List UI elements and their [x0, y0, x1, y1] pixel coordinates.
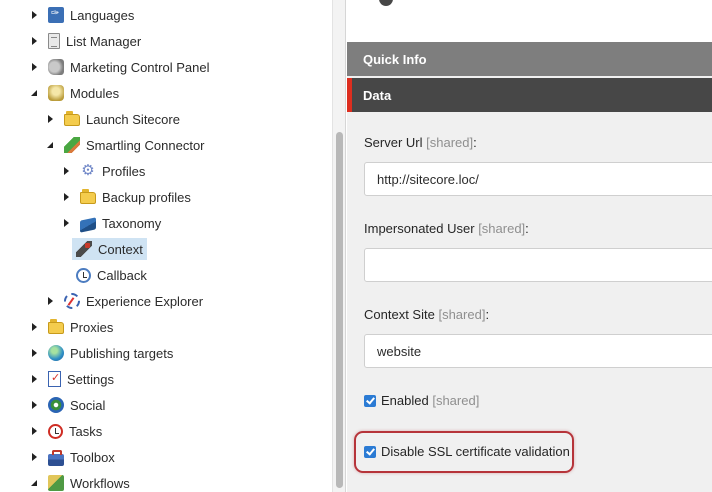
- expand-arrow-icon[interactable]: [62, 192, 72, 202]
- shared-tag: [shared]: [426, 135, 474, 150]
- workflow-icon: [48, 475, 64, 491]
- tree-item-label: Modules: [70, 85, 120, 101]
- clock-icon: [76, 267, 91, 283]
- tree-item-label: Launch Sitecore: [86, 111, 180, 127]
- disable-ssl-checkbox[interactable]: [364, 445, 376, 458]
- expand-arrow-icon[interactable]: [46, 114, 56, 124]
- tree-item-label: Proxies: [70, 319, 114, 335]
- scrollbar-thumb[interactable]: [336, 132, 343, 488]
- expand-arrow-icon[interactable]: [62, 218, 72, 228]
- expand-arrow-icon[interactable]: [30, 426, 40, 436]
- list-manager-icon: [48, 33, 60, 49]
- impersonated-user-input[interactable]: [364, 248, 712, 282]
- tree-item-tasks[interactable]: Tasks: [30, 420, 102, 442]
- gear-icon: ⚙: [81, 162, 95, 179]
- tree-item-label: Callback: [97, 267, 147, 283]
- tree-item-label: Context: [98, 241, 143, 257]
- tree-item-context[interactable]: Context: [72, 238, 147, 260]
- tree-item-workflows[interactable]: Workflows: [30, 472, 130, 492]
- expand-arrow-icon[interactable]: [30, 400, 40, 410]
- folder-icon: [80, 189, 96, 204]
- expand-arrow-icon[interactable]: [30, 62, 40, 72]
- data-section-header[interactable]: Data: [347, 78, 712, 112]
- folder-icon: [64, 111, 80, 126]
- server-url-input[interactable]: http://sitecore.loc/: [364, 162, 712, 196]
- shared-tag: [shared]: [432, 393, 480, 408]
- tree-item-label: Settings: [67, 371, 114, 387]
- tree-item-label: Profiles: [102, 163, 146, 179]
- tree-item-taxonomy[interactable]: Taxonomy: [62, 212, 161, 234]
- context-site-label: Context Site [shared]:: [364, 307, 490, 322]
- expand-arrow-icon[interactable]: [46, 296, 56, 306]
- context-site-input[interactable]: website: [364, 334, 712, 368]
- tree-item-proxies[interactable]: Proxies: [30, 316, 113, 338]
- tree-scrollbar[interactable]: [332, 0, 346, 492]
- tree-item-callback[interactable]: Callback: [76, 264, 147, 286]
- globe-icon: [48, 345, 64, 361]
- social-icon: [48, 397, 64, 413]
- disable-ssl-checkbox-row[interactable]: Disable SSL certificate validation: [364, 444, 570, 459]
- shared-tag: [shared]: [438, 307, 486, 322]
- toolbox-icon: [48, 450, 64, 466]
- content-tree: Languages List Manager Marketing Control…: [0, 0, 332, 492]
- expand-arrow-icon[interactable]: [62, 166, 72, 176]
- shared-tag: [shared]: [478, 221, 526, 236]
- expand-arrow-icon[interactable]: [30, 348, 40, 358]
- pencil-icon: [64, 137, 80, 153]
- tree-item-label: List Manager: [66, 33, 142, 49]
- tree-item-modules[interactable]: Modules: [30, 82, 119, 104]
- section-title: Quick Info: [363, 51, 427, 67]
- collapse-arrow-icon[interactable]: [30, 478, 40, 488]
- enabled-checkbox-row[interactable]: Enabled [shared]: [364, 393, 479, 408]
- tree-item-list-manager[interactable]: List Manager: [30, 30, 141, 52]
- expand-arrow-icon[interactable]: [30, 10, 40, 20]
- tree-item-label: Workflows: [70, 475, 130, 491]
- tree-item-label: Social: [70, 397, 106, 413]
- collapse-arrow-icon[interactable]: [46, 140, 56, 150]
- tree-item-label: Taxonomy: [102, 215, 162, 231]
- tree-item-toolbox[interactable]: Toolbox: [30, 446, 115, 468]
- tree-item-label: Marketing Control Panel: [70, 59, 210, 75]
- quick-info-section-header[interactable]: Quick Info: [347, 42, 712, 76]
- expand-arrow-icon[interactable]: [30, 36, 40, 46]
- checklist-icon: [48, 371, 61, 387]
- collapse-arrow-icon[interactable]: [30, 88, 40, 98]
- alarm-clock-icon: [48, 423, 63, 439]
- expand-arrow-icon[interactable]: [30, 322, 40, 332]
- modules-icon: [48, 85, 64, 101]
- tree-item-label: Backup profiles: [102, 189, 191, 205]
- explorer-icon: [64, 293, 80, 309]
- tree-item-label: Publishing targets: [70, 345, 174, 361]
- expand-arrow-icon[interactable]: [30, 374, 40, 384]
- tree-item-languages[interactable]: Languages: [30, 4, 134, 26]
- tree-item-label: Toolbox: [70, 449, 115, 465]
- section-title: Data: [363, 87, 392, 103]
- tree-item-label: Smartling Connector: [86, 137, 205, 153]
- enabled-checkbox[interactable]: [364, 394, 376, 407]
- editor-top-strip: [347, 0, 712, 42]
- languages-icon: [48, 7, 64, 23]
- expand-arrow-icon[interactable]: [30, 452, 40, 462]
- top-handle-icon: [379, 0, 393, 6]
- usb-icon: [76, 241, 92, 257]
- tree-item-launch-sitecore[interactable]: Launch Sitecore: [46, 108, 180, 130]
- megaphone-icon: [48, 59, 64, 75]
- folder-icon: [48, 319, 64, 334]
- item-editor: Quick Info Data Server Url [shared]: htt…: [347, 0, 712, 492]
- tree-item-experience-explorer[interactable]: Experience Explorer: [46, 290, 203, 312]
- tree-item-settings[interactable]: Settings: [30, 368, 114, 390]
- tree-item-backup-profiles[interactable]: Backup profiles: [62, 186, 191, 208]
- tree-item-profiles[interactable]: ⚙ Profiles: [62, 160, 145, 182]
- tree-item-smartling-connector[interactable]: Smartling Connector: [46, 134, 205, 156]
- tree-item-label: Experience Explorer: [86, 293, 204, 309]
- impersonated-user-label: Impersonated User [shared]:: [364, 221, 529, 236]
- tree-item-publishing-targets[interactable]: Publishing targets: [30, 342, 173, 364]
- tree-item-social[interactable]: Social: [30, 394, 105, 416]
- tree-item-label: Tasks: [69, 423, 103, 439]
- tree-item-label: Languages: [70, 7, 135, 23]
- book-icon: [80, 217, 96, 233]
- server-url-label: Server Url [shared]:: [364, 135, 477, 150]
- tree-item-marketing-control-panel[interactable]: Marketing Control Panel: [30, 56, 209, 78]
